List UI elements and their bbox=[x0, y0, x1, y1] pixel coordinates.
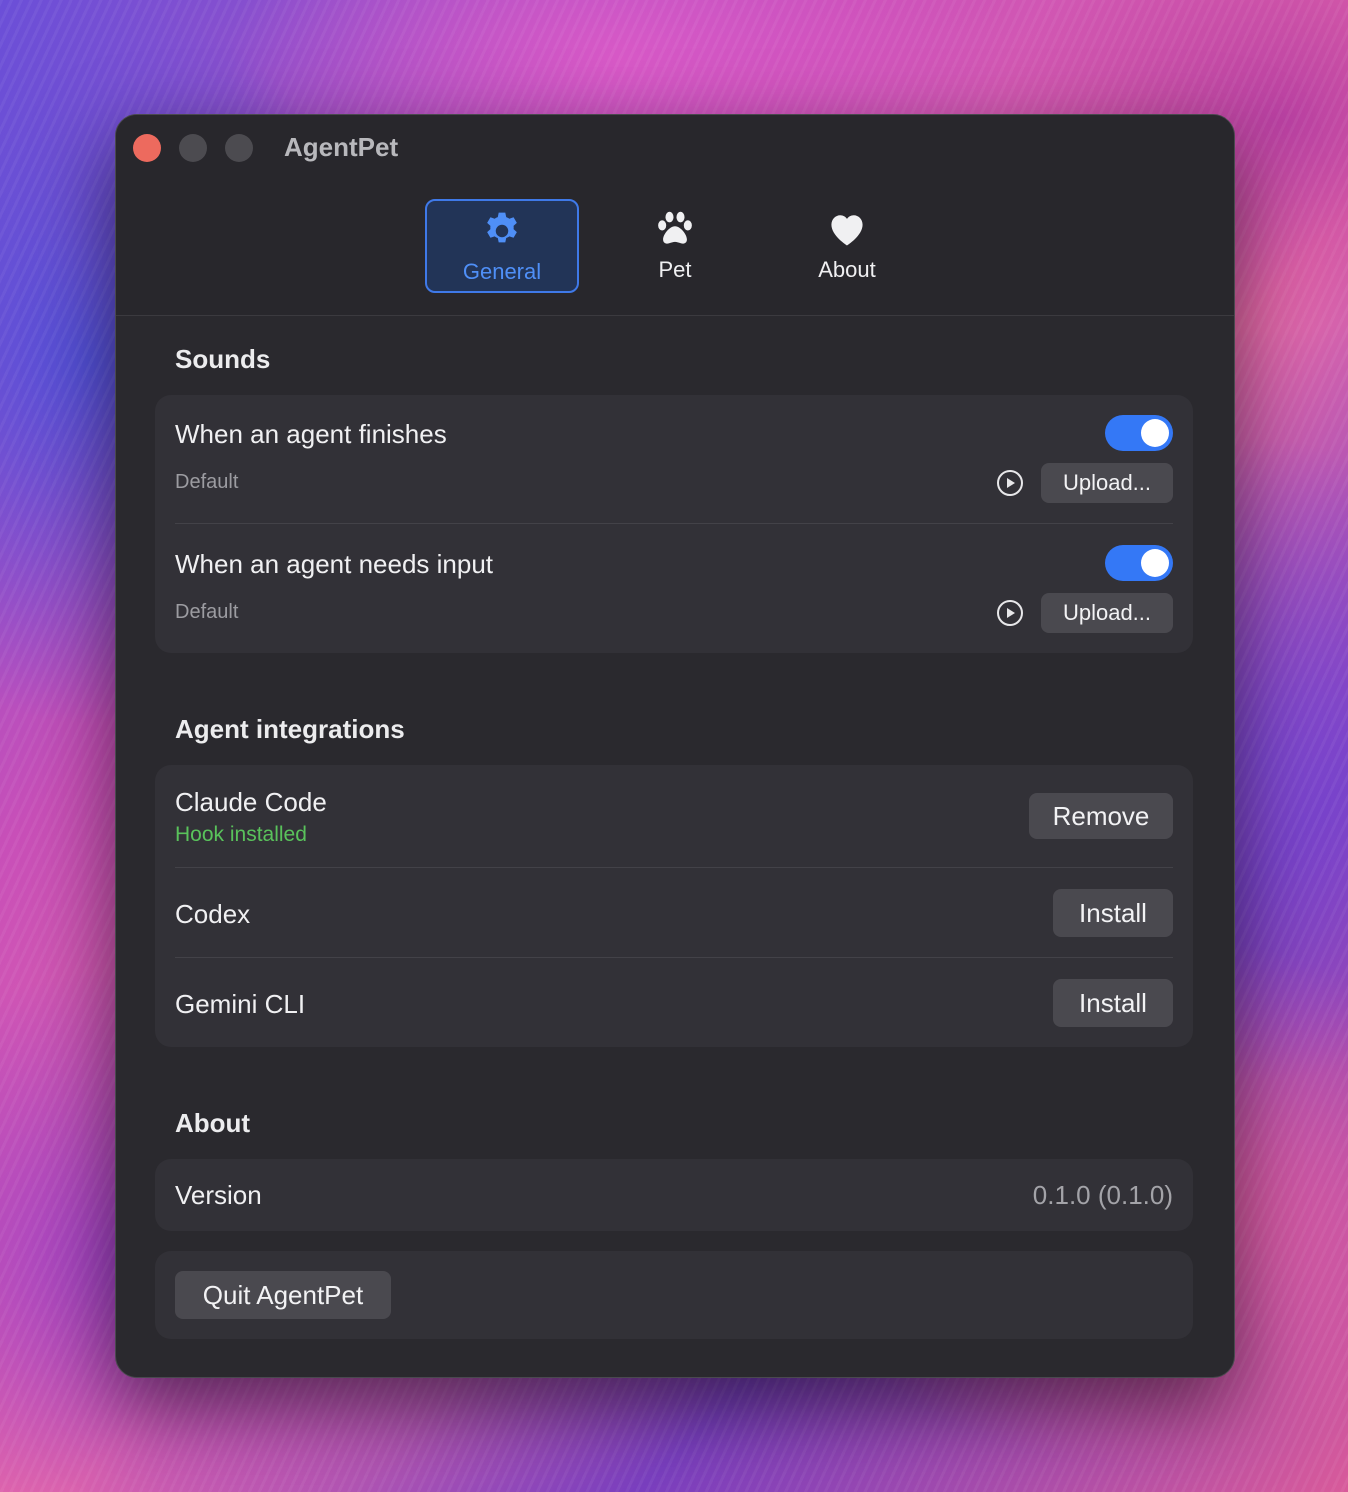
paw-icon bbox=[658, 211, 692, 244]
sound-input-upload-button[interactable]: Upload... bbox=[1041, 593, 1173, 633]
divider bbox=[175, 867, 1173, 868]
claude-code-remove-button[interactable]: Remove bbox=[1029, 793, 1173, 839]
version-card: Version 0.1.0 (0.1.0) bbox=[155, 1159, 1193, 1231]
version-label: Version bbox=[175, 1180, 262, 1210]
tab-pet[interactable]: Pet bbox=[598, 199, 752, 293]
tab-general[interactable]: General bbox=[425, 199, 579, 293]
tab-about[interactable]: About bbox=[770, 199, 924, 293]
play-preview-icon[interactable] bbox=[996, 599, 1024, 627]
integrations-section-title: Agent integrations bbox=[175, 714, 405, 744]
play-preview-icon[interactable] bbox=[996, 469, 1024, 497]
integration-gemini-cli-name: Gemini CLI bbox=[175, 989, 306, 1019]
divider bbox=[175, 523, 1173, 524]
gear-icon bbox=[487, 212, 517, 243]
preferences-toolbar: General Pet About bbox=[116, 179, 1234, 316]
minimize-window-button[interactable] bbox=[179, 134, 207, 162]
tab-pet-label: Pet bbox=[658, 257, 692, 282]
codex-install-button[interactable]: Install bbox=[1053, 889, 1173, 937]
sound-input-title: When an agent needs input bbox=[175, 549, 494, 579]
window-title: AgentPet bbox=[284, 132, 399, 162]
sound-finish-name: Default bbox=[175, 471, 239, 493]
sound-finish-upload-button[interactable]: Upload... bbox=[1041, 463, 1173, 503]
integrations-card: Claude Code Hook installed Remove Codex … bbox=[155, 765, 1193, 1047]
title-bar: AgentPet bbox=[116, 115, 1234, 179]
integration-claude-code-name: Claude Code bbox=[175, 787, 327, 817]
sound-input-name: Default bbox=[175, 601, 239, 623]
tab-about-label: About bbox=[818, 257, 876, 282]
integration-claude-code-status: Hook installed bbox=[175, 823, 307, 846]
sounds-section-title: Sounds bbox=[175, 344, 271, 374]
quit-button[interactable]: Quit AgentPet bbox=[175, 1271, 391, 1319]
tab-general-label: General bbox=[462, 259, 542, 284]
about-section-title: About bbox=[175, 1108, 251, 1138]
toggle-knob bbox=[1141, 419, 1169, 447]
sounds-card: When an agent finishes Default Upload...… bbox=[155, 395, 1193, 653]
gemini-cli-install-button[interactable]: Install bbox=[1053, 979, 1173, 1027]
close-window-button[interactable] bbox=[133, 134, 161, 162]
divider bbox=[175, 957, 1173, 958]
zoom-window-button[interactable] bbox=[225, 134, 253, 162]
quit-card: Quit AgentPet bbox=[155, 1251, 1193, 1339]
integration-codex-name: Codex bbox=[175, 899, 251, 929]
sound-input-toggle[interactable] bbox=[1105, 545, 1173, 581]
settings-window: AgentPet General Pet About Sounds When a… bbox=[115, 114, 1235, 1378]
version-value: 0.1.0 (0.1.0) bbox=[1032, 1180, 1173, 1210]
toggle-knob bbox=[1141, 549, 1169, 577]
heart-icon bbox=[831, 215, 863, 246]
sound-finish-toggle[interactable] bbox=[1105, 415, 1173, 451]
sound-finish-title: When an agent finishes bbox=[175, 419, 447, 449]
